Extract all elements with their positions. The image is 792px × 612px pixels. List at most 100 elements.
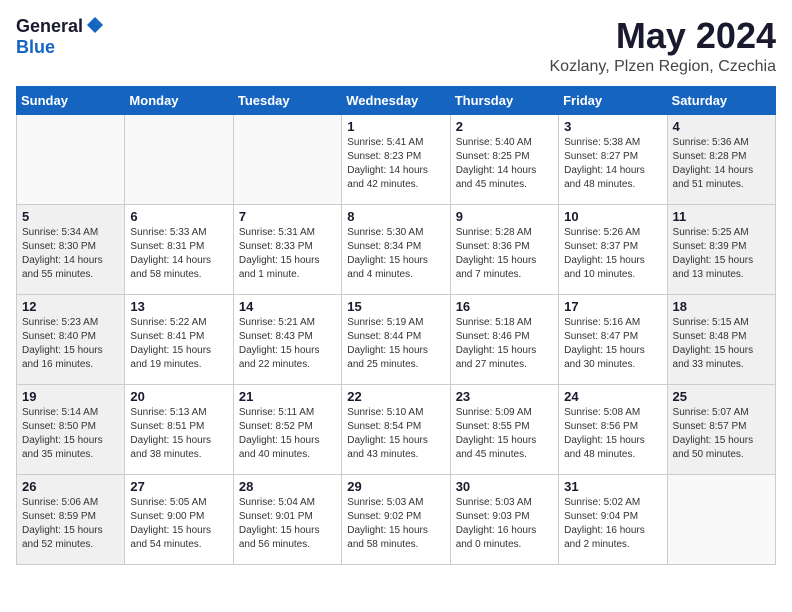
cell-info: Sunrise: 5:16 AM Sunset: 8:47 PM Dayligh… [564, 316, 661, 372]
cell-info: Sunrise: 5:09 AM Sunset: 8:55 PM Dayligh… [456, 406, 553, 462]
column-header-sunday: Sunday [17, 86, 125, 114]
calendar-week-row: 5 Sunrise: 5:34 AM Sunset: 8:30 PM Daylig… [17, 204, 776, 294]
day-number: 29 [347, 479, 444, 494]
page-header: General Blue May 2024 Kozlany, Plzen Reg… [16, 16, 776, 76]
calendar-cell: 10 Sunrise: 5:26 AM Sunset: 8:37 PM Dayli… [559, 204, 667, 294]
day-number: 21 [239, 389, 336, 404]
day-number: 31 [564, 479, 661, 494]
title-section: May 2024 Kozlany, Plzen Region, Czechia [550, 16, 777, 76]
calendar-cell: 5 Sunrise: 5:34 AM Sunset: 8:30 PM Daylig… [17, 204, 125, 294]
calendar-cell: 3 Sunrise: 5:38 AM Sunset: 8:27 PM Daylig… [559, 114, 667, 204]
column-header-saturday: Saturday [667, 86, 775, 114]
day-number: 14 [239, 299, 336, 314]
day-number: 2 [456, 119, 553, 134]
day-number: 1 [347, 119, 444, 134]
cell-info: Sunrise: 5:15 AM Sunset: 8:48 PM Dayligh… [673, 316, 770, 372]
calendar-cell: 21 Sunrise: 5:11 AM Sunset: 8:52 PM Dayli… [233, 384, 341, 474]
cell-info: Sunrise: 5:18 AM Sunset: 8:46 PM Dayligh… [456, 316, 553, 372]
column-header-thursday: Thursday [450, 86, 558, 114]
day-number: 11 [673, 209, 770, 224]
cell-info: Sunrise: 5:08 AM Sunset: 8:56 PM Dayligh… [564, 406, 661, 462]
cell-info: Sunrise: 5:28 AM Sunset: 8:36 PM Dayligh… [456, 226, 553, 282]
column-header-wednesday: Wednesday [342, 86, 450, 114]
cell-info: Sunrise: 5:38 AM Sunset: 8:27 PM Dayligh… [564, 136, 661, 192]
calendar-cell [233, 114, 341, 204]
day-number: 30 [456, 479, 553, 494]
calendar-cell: 4 Sunrise: 5:36 AM Sunset: 8:28 PM Daylig… [667, 114, 775, 204]
cell-info: Sunrise: 5:07 AM Sunset: 8:57 PM Dayligh… [673, 406, 770, 462]
cell-info: Sunrise: 5:02 AM Sunset: 9:04 PM Dayligh… [564, 496, 661, 552]
calendar-cell: 1Sunrise: 5:41 AM Sunset: 8:23 PM Daylig… [342, 114, 450, 204]
calendar-week-row: 1Sunrise: 5:41 AM Sunset: 8:23 PM Daylig… [17, 114, 776, 204]
day-number: 18 [673, 299, 770, 314]
day-number: 17 [564, 299, 661, 314]
day-number: 16 [456, 299, 553, 314]
cell-info: Sunrise: 5:40 AM Sunset: 8:25 PM Dayligh… [456, 136, 553, 192]
calendar-cell: 11Sunrise: 5:25 AM Sunset: 8:39 PM Dayli… [667, 204, 775, 294]
calendar-cell: 9Sunrise: 5:28 AM Sunset: 8:36 PM Daylig… [450, 204, 558, 294]
calendar-cell: 17 Sunrise: 5:16 AM Sunset: 8:47 PM Dayli… [559, 294, 667, 384]
calendar-cell: 31 Sunrise: 5:02 AM Sunset: 9:04 PM Dayli… [559, 474, 667, 564]
location: Kozlany, Plzen Region, Czechia [550, 58, 777, 76]
calendar-cell: 20Sunrise: 5:13 AM Sunset: 8:51 PM Dayli… [125, 384, 233, 474]
month-year: May 2024 [550, 16, 777, 56]
day-number: 25 [673, 389, 770, 404]
cell-info: Sunrise: 5:31 AM Sunset: 8:33 PM Dayligh… [239, 226, 336, 282]
day-number: 19 [22, 389, 119, 404]
cell-info: Sunrise: 5:34 AM Sunset: 8:30 PM Dayligh… [22, 226, 119, 282]
day-number: 3 [564, 119, 661, 134]
calendar-cell [125, 114, 233, 204]
calendar-cell: 16 Sunrise: 5:18 AM Sunset: 8:46 PM Dayli… [450, 294, 558, 384]
calendar-cell: 29 Sunrise: 5:03 AM Sunset: 9:02 PM Dayli… [342, 474, 450, 564]
cell-info: Sunrise: 5:10 AM Sunset: 8:54 PM Dayligh… [347, 406, 444, 462]
cell-info: Sunrise: 5:26 AM Sunset: 8:37 PM Dayligh… [564, 226, 661, 282]
calendar-cell: 23 Sunrise: 5:09 AM Sunset: 8:55 PM Dayli… [450, 384, 558, 474]
day-number: 5 [22, 209, 119, 224]
calendar-table: SundayMondayTuesdayWednesdayThursdayFrid… [16, 86, 776, 565]
cell-info: Sunrise: 5:21 AM Sunset: 8:43 PM Dayligh… [239, 316, 336, 372]
calendar-cell: 6Sunrise: 5:33 AM Sunset: 8:31 PM Daylig… [125, 204, 233, 294]
day-number: 24 [564, 389, 661, 404]
calendar-cell: 24 Sunrise: 5:08 AM Sunset: 8:56 PM Dayli… [559, 384, 667, 474]
day-number: 27 [130, 479, 227, 494]
calendar-cell: 22Sunrise: 5:10 AM Sunset: 8:54 PM Dayli… [342, 384, 450, 474]
calendar-cell: 18 Sunrise: 5:15 AM Sunset: 8:48 PM Dayli… [667, 294, 775, 384]
day-number: 10 [564, 209, 661, 224]
calendar-cell: 25 Sunrise: 5:07 AM Sunset: 8:57 PM Dayli… [667, 384, 775, 474]
cell-info: Sunrise: 5:22 AM Sunset: 8:41 PM Dayligh… [130, 316, 227, 372]
cell-info: Sunrise: 5:33 AM Sunset: 8:31 PM Dayligh… [130, 226, 227, 282]
day-number: 12 [22, 299, 119, 314]
calendar-week-row: 19 Sunrise: 5:14 AM Sunset: 8:50 PM Dayli… [17, 384, 776, 474]
calendar-cell: 15 Sunrise: 5:19 AM Sunset: 8:44 PM Dayli… [342, 294, 450, 384]
day-number: 13 [130, 299, 227, 314]
day-number: 23 [456, 389, 553, 404]
column-header-friday: Friday [559, 86, 667, 114]
calendar-cell [667, 474, 775, 564]
logo: General Blue [16, 16, 105, 58]
calendar-header-row: SundayMondayTuesdayWednesdayThursdayFrid… [17, 86, 776, 114]
calendar-cell: 28Sunrise: 5:04 AM Sunset: 9:01 PM Dayli… [233, 474, 341, 564]
cell-info: Sunrise: 5:11 AM Sunset: 8:52 PM Dayligh… [239, 406, 336, 462]
calendar-cell: 19 Sunrise: 5:14 AM Sunset: 8:50 PM Dayli… [17, 384, 125, 474]
cell-info: Sunrise: 5:06 AM Sunset: 8:59 PM Dayligh… [22, 496, 119, 552]
column-header-tuesday: Tuesday [233, 86, 341, 114]
calendar-cell: 12 Sunrise: 5:23 AM Sunset: 8:40 PM Dayli… [17, 294, 125, 384]
calendar-cell: 7 Sunrise: 5:31 AM Sunset: 8:33 PM Daylig… [233, 204, 341, 294]
day-number: 20 [130, 389, 227, 404]
day-number: 15 [347, 299, 444, 314]
cell-info: Sunrise: 5:36 AM Sunset: 8:28 PM Dayligh… [673, 136, 770, 192]
cell-info: Sunrise: 5:03 AM Sunset: 9:03 PM Dayligh… [456, 496, 553, 552]
cell-info: Sunrise: 5:14 AM Sunset: 8:50 PM Dayligh… [22, 406, 119, 462]
logo-icon [85, 15, 105, 35]
calendar-cell [17, 114, 125, 204]
cell-info: Sunrise: 5:19 AM Sunset: 8:44 PM Dayligh… [347, 316, 444, 372]
day-number: 26 [22, 479, 119, 494]
day-number: 7 [239, 209, 336, 224]
cell-info: Sunrise: 5:03 AM Sunset: 9:02 PM Dayligh… [347, 496, 444, 552]
logo-general-text: General [16, 16, 83, 37]
day-number: 4 [673, 119, 770, 134]
calendar-cell: 8Sunrise: 5:30 AM Sunset: 8:34 PM Daylig… [342, 204, 450, 294]
cell-info: Sunrise: 5:23 AM Sunset: 8:40 PM Dayligh… [22, 316, 119, 372]
calendar-week-row: 26 Sunrise: 5:06 AM Sunset: 8:59 PM Dayli… [17, 474, 776, 564]
cell-info: Sunrise: 5:05 AM Sunset: 9:00 PM Dayligh… [130, 496, 227, 552]
